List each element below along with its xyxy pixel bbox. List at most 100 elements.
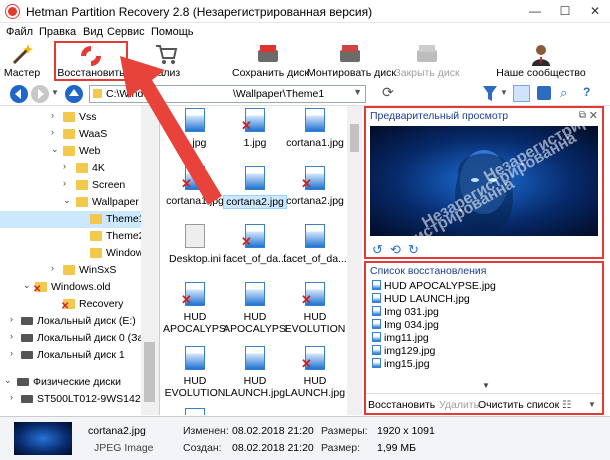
back-button[interactable] — [10, 85, 28, 103]
recovery-list-item[interactable]: HUD APOCALYPSE.jpg — [372, 280, 496, 293]
community-button[interactable]: Наше сообщество — [496, 41, 586, 82]
search-icon[interactable]: ⌕ — [560, 85, 567, 101]
tree-item-waas[interactable]: › WaaS — [0, 126, 141, 143]
image-file-icon — [185, 346, 205, 370]
path-field[interactable]: C:\Windo \Wallpaper\Theme1 ▼ — [89, 85, 366, 103]
minimize-button[interactable]: — — [520, 0, 550, 23]
status-dimensions-label: Размеры: — [321, 425, 368, 437]
delete-list-button[interactable]: Удалить — [439, 399, 479, 411]
file-item[interactable]: cortana1.jpg — [285, 106, 345, 160]
file-item-selected[interactable]: cortana2.jpg — [223, 162, 287, 218]
tree-item-label: Web — [79, 145, 101, 157]
status-filename: cortana2.jpg — [88, 425, 146, 437]
status-bar: cortana2.jpg JPEG Image Изменен: 08.02.2… — [0, 416, 610, 460]
image-file-icon — [305, 108, 325, 132]
restore-list-button[interactable]: Восстановить — [368, 399, 435, 411]
tree-item-disk-1[interactable]: › Локальный диск 1 — [0, 347, 141, 364]
file-item[interactable]: HUD LAUNCH.jpg — [225, 342, 285, 404]
close-panel-icon[interactable]: ✕ — [589, 109, 598, 122]
path-dropdown-icon[interactable]: ▼ — [353, 87, 362, 97]
community-label: Наше сообщество — [496, 67, 586, 79]
tree-item-vss[interactable]: › Vss — [0, 109, 141, 126]
recovery-list-actions: Восстановить Удалить Очистить список ☷ ▼ — [366, 393, 602, 413]
undock-icon[interactable]: ⧉ — [579, 110, 586, 121]
tree-item-web[interactable]: ⌄ Web — [0, 143, 141, 160]
wizard-button[interactable]: Мастер — [2, 41, 42, 82]
arrow-up-icon — [69, 89, 79, 96]
file-item[interactable]: ✕ cortana2.jpg — [285, 162, 345, 218]
tree-item-windows-old[interactable]: ⌄ ✕ Windows.old — [0, 279, 141, 296]
file-item[interactable] — [165, 404, 225, 415]
close-button[interactable]: ✕ — [580, 0, 610, 23]
analysis-button[interactable]: нализ — [146, 41, 186, 82]
file-item[interactable]: ✕ facet_of_da... — [223, 220, 287, 276]
save-disk-button[interactable]: Сохранить диск — [232, 41, 309, 82]
forward-button[interactable] — [31, 85, 49, 103]
clear-list-button[interactable]: Очистить список — [478, 399, 559, 411]
tree-item-recovery[interactable]: ✕ Recovery — [0, 296, 141, 313]
mount-disk-button[interactable]: Монтировать диск — [307, 41, 396, 82]
save-icon[interactable] — [537, 86, 551, 100]
recovery-list-item[interactable]: img129.jpg — [372, 345, 435, 358]
rotate-right-icon[interactable]: ↻ — [408, 242, 419, 258]
menu-file[interactable]: Файл — [6, 26, 33, 38]
file-item[interactable]: 1.jpg — [165, 106, 225, 160]
image-file-icon — [372, 293, 381, 303]
recovery-list-title: Список восстановления — [370, 265, 487, 277]
tree-item-theme1[interactable]: Theme1 — [0, 211, 145, 228]
tree-item-wallpaper[interactable]: ⌄ Wallpaper — [0, 194, 141, 211]
tree-item-winsxs[interactable]: › WinSxS — [0, 262, 141, 279]
file-name: HUD APOCALYPSE — [223, 311, 287, 335]
help-icon[interactable]: ? — [583, 85, 590, 99]
menu-bar: Файл Правка Вид Сервис Помощь — [0, 23, 610, 41]
list-options-dropdown-icon[interactable]: ▼ — [588, 400, 596, 409]
tree-item-disk-0[interactable]: › Локальный диск 0 (За — [0, 330, 143, 347]
menu-view[interactable]: Вид — [83, 26, 103, 38]
image-file-icon — [372, 345, 381, 355]
tree-item-4k[interactable]: › 4K — [0, 160, 141, 177]
scroll-down-icon[interactable]: ▼ — [482, 381, 490, 390]
tree-item-theme2[interactable]: Theme2 — [0, 228, 145, 245]
maximize-button[interactable]: ☐ — [550, 0, 580, 23]
recovery-list-item[interactable]: Img 034.jpg — [372, 319, 439, 332]
tree-item-physical-disks[interactable]: ⌄ Физические диски — [0, 374, 141, 391]
recovery-item-label: Img 034.jpg — [384, 319, 439, 331]
file-item[interactable]: HUD APOCALYPSE — [223, 278, 287, 340]
tree-item-windows[interactable]: Windows — [0, 245, 149, 262]
recovery-list-item[interactable]: HUD LAUNCH.jpg — [372, 293, 470, 306]
view-mode-button[interactable] — [513, 85, 530, 102]
recovery-list-item[interactable]: Img 031.jpg — [372, 306, 439, 319]
file-item[interactable]: ✕ 1.jpg — [225, 106, 285, 160]
history-dropdown-icon[interactable]: ▼ — [51, 88, 59, 97]
file-item[interactable]: ✕ HUD LAUNCH.jpg — [285, 342, 345, 404]
file-item[interactable]: HUD EVOLUTION — [165, 342, 225, 404]
refresh-icon[interactable]: ⟳ — [382, 84, 394, 101]
menu-help[interactable]: Помощь — [151, 26, 194, 38]
recovery-list-item[interactable]: img11.jpg — [372, 332, 429, 345]
up-button[interactable] — [65, 85, 83, 103]
tree-item-disk-e[interactable]: › Локальный диск (E:) — [0, 313, 141, 330]
restore-label: Восстановить — [57, 67, 125, 79]
files-scrollbar[interactable] — [347, 106, 362, 415]
filter-dropdown-icon[interactable]: ▼ — [500, 88, 508, 97]
file-item[interactable]: Desktop.ini — [165, 220, 225, 276]
file-item[interactable]: ✕ HUD EVOLUTION — [285, 278, 345, 340]
rotate-left-icon[interactable]: ↺ — [372, 242, 383, 258]
tree-item-physical-disk[interactable]: › ST500LT012-9WS142 — [0, 391, 141, 408]
restore-button[interactable]: Восстановить — [54, 41, 128, 81]
recovery-item-label: img129.jpg — [384, 345, 436, 357]
files-scroll-thumb[interactable] — [350, 124, 359, 152]
file-item[interactable]: facet_of_da... — [283, 220, 347, 276]
recovery-list-item[interactable]: img15.jpg — [372, 358, 430, 371]
file-item[interactable]: ✕ HUD APOCALYPSE — [163, 278, 227, 340]
file-item[interactable]: ✕ cortana1.jpg — [165, 162, 225, 218]
menu-service[interactable]: Сервис — [107, 26, 145, 38]
rotate-icon[interactable]: ⟲ — [390, 242, 401, 258]
close-disk-button[interactable]: Закрыть диск — [394, 41, 460, 82]
list-view-icon[interactable]: ☷ — [562, 399, 571, 411]
menu-edit[interactable]: Правка — [39, 26, 76, 38]
tree-item-screen[interactable]: › Screen — [0, 177, 141, 194]
tree-scroll-thumb[interactable] — [144, 342, 155, 402]
filter-icon[interactable] — [483, 86, 497, 102]
path-left: C:\Windo — [106, 88, 150, 100]
